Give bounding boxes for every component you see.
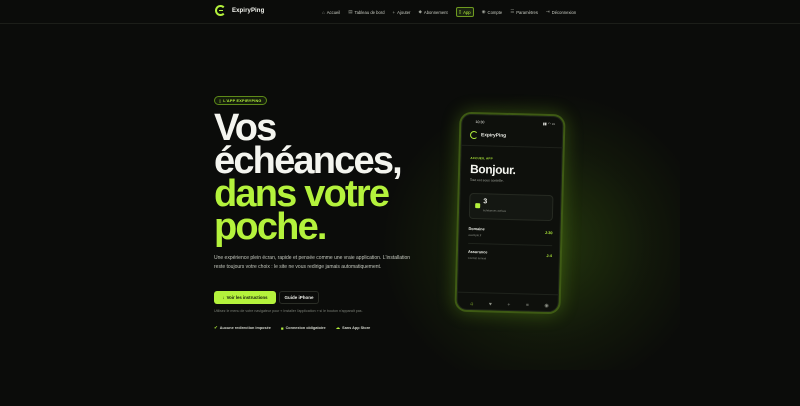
hero-headline: Vos échéances, dans votre poche. [214, 109, 434, 248]
phone-app-header: ExpiryPing [469, 130, 507, 140]
install-hint: Utilisez le menu de votre navigateur pou… [214, 309, 363, 313]
signal-icon: ▮▮ ◠ ▭ [542, 121, 556, 127]
row-title: Domaine [468, 226, 485, 232]
feature-label: Aucune redirection imposée [219, 326, 271, 330]
feature-item: ■ Connexion obligatoire [281, 325, 326, 331]
feature-item: ☁ Sans App Store [336, 325, 371, 331]
phone-mockup: 10:30 ▮▮ ◠ ▭ ExpiryPing ACCUEIL APP Bonj… [454, 111, 566, 315]
feature-item: ✔ Aucune redirection imposée [214, 325, 271, 331]
nav-item-abonnement[interactable]: ◆ Abonnement [418, 9, 447, 15]
iphone-guide-button[interactable]: Guide iPhone [279, 291, 319, 304]
brand-name: ExpiryPing [232, 7, 265, 14]
calendar-icon [475, 203, 481, 209]
nav-item-label: Déconnexion [551, 9, 577, 15]
lock-icon: ■ [280, 325, 284, 331]
top-nav: ExpiryPing ⌂ Accueil ▤ Tableau de bord + Ajou… [0, 0, 800, 24]
download-icon: ↓ [222, 295, 225, 300]
logo-icon [469, 130, 479, 140]
instructions-button[interactable]: ↓ Voir les instructions [214, 291, 276, 304]
phone-app-name: ExpiryPing [480, 132, 507, 139]
feature-label: Sans App Store [342, 326, 371, 330]
divider [460, 144, 566, 149]
row-value: J-30 [544, 230, 553, 236]
nav-item-app[interactable]: ▯ App [455, 7, 474, 17]
tab-user-icon[interactable]: ◉ [544, 302, 549, 308]
nav-item-ajouter[interactable]: + Ajouter [393, 10, 411, 15]
check-circle-icon: ✔ [214, 325, 218, 330]
diamond-icon: ◆ [418, 9, 422, 14]
tab-home-icon[interactable]: ⌂ [470, 300, 473, 306]
nav-item-paramètres[interactable]: ☰ Paramètres [510, 9, 538, 15]
phone-time: 10:30 [475, 120, 485, 125]
deadlines-label: échéances actives [483, 208, 507, 213]
nav-item-label: App [463, 9, 471, 15]
nav-item-tableau-de-bord[interactable]: ▤ Tableau de bord [348, 9, 384, 15]
row-title: Assurance [467, 249, 488, 255]
cloud-icon: ☁ [335, 325, 341, 330]
settings-icon: ☰ [510, 9, 515, 14]
nav-item-label: Tableau de bord [354, 9, 385, 15]
nav-item-label: Paramètres [516, 9, 538, 15]
brand-logo[interactable]: ExpiryPing [215, 5, 264, 16]
nav-item-accueil[interactable]: ⌂ Accueil [322, 10, 340, 15]
nav-item-label: Abonnement [423, 9, 448, 15]
tab-plus-icon[interactable]: + [507, 301, 510, 307]
list-item: Assurance Contrat annuel J-4 [468, 250, 552, 262]
phone-kicker: ACCUEIL APP [470, 155, 493, 161]
user-icon: ◉ [481, 9, 486, 14]
divider [468, 242, 553, 247]
logo-icon [215, 5, 226, 16]
phone-icon: ▯ [458, 9, 462, 14]
row-subtitle: Contrat annuel [467, 255, 487, 261]
list-item: Domaine exemple.fr J-30 [468, 227, 552, 239]
logout-icon: ⇥ [545, 9, 550, 14]
nav-item-label: Compte [487, 9, 503, 15]
badge-label: L'APP EXPIRYPING [223, 98, 262, 103]
row-subtitle: exemple.fr [468, 232, 482, 238]
nav-links: ⌂ Accueil ▤ Tableau de bord + Ajouter ◆ Abonnem… [322, 7, 576, 17]
row-value: J-4 [546, 253, 552, 259]
phone-subtitle: Tout est sous contrôle. [469, 177, 504, 183]
instructions-button-label: Voir les instructions [226, 295, 268, 300]
phone-status-bar: 10:30 ▮▮ ◠ ▭ [475, 120, 555, 126]
feature-label: Connexion obligatoire [285, 326, 326, 330]
headline-line-4: poche. [214, 206, 327, 248]
nav-item-déconnexion[interactable]: ⇥ Déconnexion [546, 9, 576, 15]
nav-item-compte[interactable]: ◉ Compte [482, 9, 503, 15]
nav-item-label: Ajouter [397, 9, 411, 15]
phone-greeting: Bonjour. [469, 161, 516, 178]
phone-icon: ▯ [219, 99, 222, 103]
tab-list-icon[interactable]: ≡ [526, 302, 529, 308]
deadlines-count: 3 [483, 198, 488, 206]
feature-list: ✔ Aucune redirection imposée ■ Connexion ob… [214, 325, 370, 331]
home-icon: ⌂ [322, 9, 325, 15]
phone-tab-bar: ⌂ ♥ + ≡ ◉ [456, 291, 563, 315]
nav-item-label: Accueil [326, 9, 341, 15]
plus-icon: + [392, 9, 396, 15]
deadlines-card: 3 échéances actives [468, 192, 554, 222]
hero-description: Une expérience plein écran, rapide et pe… [214, 255, 411, 270]
tab-heart-icon[interactable]: ♥ [489, 301, 492, 307]
app-badge: ▯ L'APP EXPIRYPING [214, 96, 267, 105]
dashboard-icon: ▤ [348, 9, 353, 14]
